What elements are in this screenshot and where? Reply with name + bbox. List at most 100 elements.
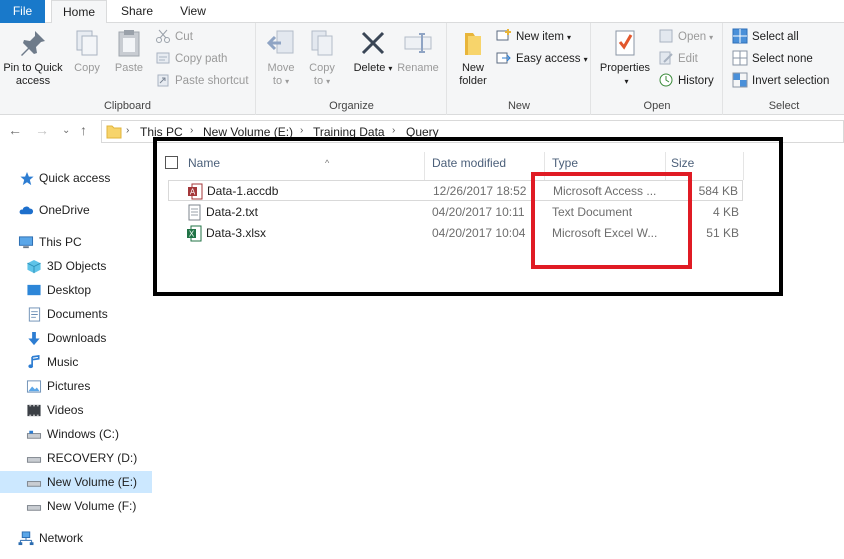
- address-box[interactable]: › This PC › New Volume (E:) › Training D…: [101, 120, 844, 143]
- copy-to-button[interactable]: Copy to ▾: [303, 27, 341, 88]
- access-file-icon: A: [188, 183, 203, 200]
- breadcrumb-separator-icon: ›: [392, 125, 396, 136]
- column-header-size[interactable]: Size: [671, 152, 694, 174]
- paste-button[interactable]: Paste: [110, 27, 148, 75]
- tab-view[interactable]: View: [168, 0, 218, 23]
- copy-path-label: Copy path: [175, 53, 228, 65]
- drive-icon: [26, 505, 42, 511]
- paste-shortcut-label: Paste shortcut: [175, 75, 249, 87]
- select-all-button[interactable]: Select all: [732, 27, 799, 47]
- file-row[interactable]: A Data-1.accdb 12/26/2017 18:52 Microsof…: [168, 180, 743, 201]
- column-header-date-modified[interactable]: Date modified: [432, 152, 506, 174]
- tab-home[interactable]: Home: [51, 0, 107, 24]
- nav-item-recovery-d[interactable]: RECOVERY (D:): [0, 447, 152, 469]
- address-bar-row: ← → ⌄ ↑ › This PC › New Volume (E:) › Tr…: [0, 116, 844, 146]
- nav-item-new-volume-e[interactable]: New Volume (E:): [0, 471, 152, 493]
- paste-shortcut-button[interactable]: Paste shortcut: [155, 71, 249, 91]
- move-to-button[interactable]: Move to ▾: [263, 27, 299, 88]
- file-date: 04/20/2017 10:04: [432, 226, 526, 240]
- file-row[interactable]: X Data-3.xlsx 04/20/2017 10:04 Microsoft…: [168, 223, 743, 244]
- paste-label: Paste: [114, 62, 144, 74]
- recent-locations-chevron-icon[interactable]: ⌄: [62, 125, 70, 136]
- file-size: 4 KB: [712, 205, 739, 219]
- history-icon: [659, 73, 673, 87]
- file-row[interactable]: Data-2.txt 04/20/2017 10:11 Text Documen…: [168, 202, 743, 223]
- copy-button[interactable]: Copy: [70, 27, 104, 75]
- paste-shortcut-icon: [157, 74, 169, 87]
- breadcrumb-query[interactable]: Query: [406, 125, 439, 139]
- edit-label: Edit: [678, 53, 698, 65]
- select-group: Select all Select none Invert selection …: [724, 23, 844, 115]
- tab-share[interactable]: Share: [112, 0, 162, 23]
- edit-button[interactable]: Edit: [658, 49, 698, 69]
- properties-icon: [615, 30, 635, 56]
- nav-item-downloads[interactable]: Downloads: [0, 327, 152, 349]
- copy-path-button[interactable]: Copy path: [155, 49, 227, 69]
- nav-item-network[interactable]: Network: [0, 527, 152, 549]
- nav-item-quick-access[interactable]: Quick access: [0, 167, 152, 189]
- breadcrumb-this-pc[interactable]: This PC: [140, 125, 183, 139]
- nav-item-videos[interactable]: Videos: [0, 399, 152, 421]
- column-divider[interactable]: [743, 152, 744, 180]
- nav-item-windows-c[interactable]: Windows (C:): [0, 423, 152, 445]
- open-button[interactable]: Open ▾: [658, 27, 713, 47]
- new-group-label: New: [507, 100, 530, 112]
- invert-selection-button[interactable]: Invert selection: [732, 71, 829, 91]
- nav-item-desktop[interactable]: Desktop: [0, 279, 152, 301]
- new-item-button[interactable]: New item ▾: [496, 27, 571, 47]
- open-group-label: Open: [643, 100, 671, 112]
- nav-item-pictures[interactable]: Pictures: [0, 375, 152, 397]
- column-header-name[interactable]: Name ^: [188, 152, 329, 174]
- nav-item-3d-objects[interactable]: 3D Objects: [0, 255, 152, 277]
- cut-button[interactable]: Cut: [155, 27, 193, 47]
- nav-item-onedrive[interactable]: OneDrive: [0, 199, 152, 221]
- pin-to-quick-access-button[interactable]: Pin to Quick access: [0, 27, 66, 88]
- history-button[interactable]: History: [658, 71, 714, 91]
- clipboard-group: Pin to Quick access Copy Paste Cut Copy …: [0, 23, 256, 115]
- invert-selection-label: Invert selection: [752, 75, 830, 87]
- new-folder-button[interactable]: New folder: [454, 27, 492, 88]
- rename-button[interactable]: Rename: [395, 27, 441, 75]
- nav-item-new-volume-f[interactable]: New Volume (F:): [0, 495, 152, 517]
- properties-label: Properties: [599, 62, 651, 74]
- select-all-checkbox[interactable]: [165, 156, 178, 169]
- file-date: 04/20/2017 10:11: [432, 205, 525, 219]
- delete-button[interactable]: Delete ▾: [353, 27, 393, 75]
- picture-icon: [26, 380, 42, 393]
- select-none-button[interactable]: Select none: [732, 49, 813, 69]
- paste-icon: [118, 30, 140, 57]
- breadcrumb-separator-icon: ›: [126, 125, 130, 136]
- nav-item-documents[interactable]: Documents: [0, 303, 152, 325]
- back-arrow-icon[interactable]: ←: [8, 122, 22, 138]
- column-divider[interactable]: [424, 152, 425, 180]
- properties-dropdown-caret[interactable]: ▾: [624, 77, 628, 86]
- edit-icon: [659, 51, 673, 65]
- properties-button[interactable]: Properties ▾: [596, 27, 654, 88]
- tab-file[interactable]: File: [0, 0, 45, 23]
- copy-to-label: Copy to ▾: [309, 62, 335, 87]
- column-header-type[interactable]: Type: [552, 152, 578, 174]
- nav-item-this-pc[interactable]: This PC: [0, 231, 152, 253]
- column-divider[interactable]: [544, 152, 545, 180]
- star-icon: [20, 171, 34, 186]
- open-group: Properties ▾ Open ▾ Edit History Open: [592, 23, 723, 115]
- select-none-label: Select none: [752, 53, 813, 65]
- new-item-label: New item: [516, 31, 564, 43]
- video-icon: [27, 404, 41, 417]
- column-divider[interactable]: [665, 152, 666, 180]
- copy-path-icon: [156, 52, 170, 64]
- file-type: Microsoft Access ...: [553, 184, 657, 198]
- breadcrumb-new-volume-e[interactable]: New Volume (E:): [203, 125, 293, 139]
- computer-icon: [18, 236, 34, 249]
- breadcrumb-training-data[interactable]: Training Data: [313, 125, 385, 139]
- select-all-icon: [732, 28, 748, 44]
- easy-access-button[interactable]: Easy access ▾: [496, 49, 588, 69]
- file-type: Text Document: [552, 205, 633, 219]
- breadcrumb-separator-icon: ›: [300, 125, 304, 136]
- select-group-label: Select: [768, 100, 800, 112]
- download-icon: [28, 331, 40, 346]
- nav-item-music[interactable]: Music: [0, 351, 152, 373]
- forward-arrow-icon[interactable]: →: [35, 122, 49, 138]
- open-label: Open: [678, 31, 707, 43]
- up-arrow-icon[interactable]: ↑: [80, 122, 87, 138]
